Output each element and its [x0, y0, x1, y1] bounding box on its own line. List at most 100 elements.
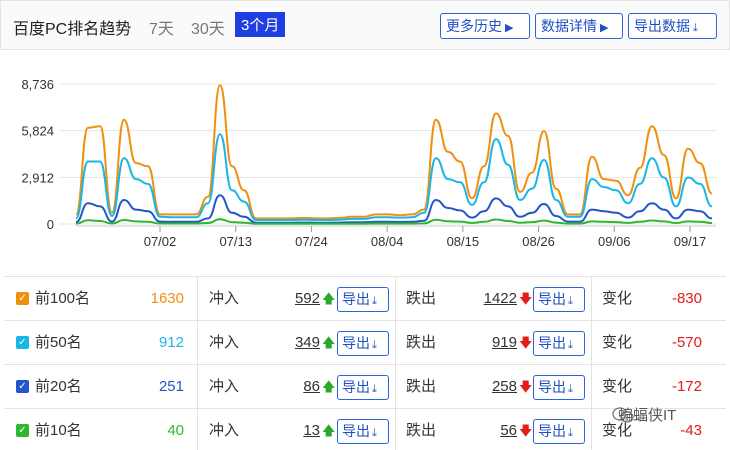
- export-data-button[interactable]: 导出数据 ⤓: [628, 13, 717, 39]
- rush-in-count-link[interactable]: 86: [264, 365, 320, 409]
- x-tick-label: 07/13: [219, 234, 252, 249]
- change-label: 变化: [602, 378, 633, 395]
- export-rush-in-button[interactable]: 导出 ⤓: [337, 331, 389, 356]
- rush-in-label: 冲入: [209, 422, 240, 439]
- export-label: 导出: [342, 291, 370, 307]
- rank-range-label: 前100名: [35, 290, 91, 307]
- rank-count-value: 912: [158, 334, 184, 351]
- arrow-up-icon: 🡅: [322, 379, 336, 394]
- series-line-1: [75, 84, 713, 220]
- x-tick-label: 08/04: [371, 234, 404, 249]
- download-icon: ⤓: [568, 339, 573, 351]
- rush-in-label: 冲入: [209, 334, 240, 351]
- download-icon: ⤓: [568, 427, 573, 439]
- download-icon: ⤓: [568, 295, 573, 307]
- export-drop-out-button[interactable]: 导出 ⤓: [533, 419, 585, 444]
- series-checkbox[interactable]: ✓: [16, 336, 29, 349]
- drop-out-label: 跌出: [406, 290, 437, 307]
- column-divider: [395, 277, 396, 321]
- table-row: ✓ 前20名 251 冲入 86 🡅 导出 ⤓ 跌出 258 🡇 导出 ⤓ 变化 -172: [4, 365, 726, 409]
- rush-in-count-link[interactable]: 13: [264, 409, 320, 450]
- export-label: 导出: [342, 335, 370, 351]
- x-tick-label: 07/02: [144, 234, 177, 249]
- drop-out-label: 跌出: [406, 422, 437, 439]
- export-rush-in-button[interactable]: 导出 ⤓: [337, 287, 389, 312]
- column-divider: [395, 321, 396, 365]
- rank-range-label: 前10名: [35, 422, 82, 439]
- rush-in-count-link[interactable]: 349: [264, 321, 320, 365]
- series-checkbox[interactable]: ✓: [16, 424, 29, 437]
- period-30d-tab[interactable]: 30天: [191, 15, 225, 39]
- export-label: 导出: [342, 423, 370, 439]
- export-rush-in-button[interactable]: 导出 ⤓: [337, 375, 389, 400]
- download-icon: ⤓: [568, 383, 573, 395]
- caret-right-icon: ▶: [600, 22, 609, 34]
- x-tick-label: 08/26: [522, 234, 555, 249]
- watermark-text: 蝙蝠侠IT: [618, 407, 677, 424]
- arrow-down-icon: 🡇: [519, 423, 533, 438]
- rank-count-value: 40: [167, 422, 184, 439]
- download-icon: ⤓: [372, 295, 377, 307]
- download-icon: ⤓: [693, 22, 698, 34]
- rank-count-value: 251: [158, 378, 184, 395]
- drop-out-count-link[interactable]: 919: [462, 321, 517, 365]
- rank-count-value: 1630: [150, 290, 184, 307]
- export-label: 导出: [342, 379, 370, 395]
- series-checkbox[interactable]: ✓: [16, 292, 29, 305]
- arrow-down-icon: 🡇: [519, 291, 533, 306]
- drop-out-count-link[interactable]: 258: [462, 365, 517, 409]
- arrow-up-icon: 🡅: [322, 291, 336, 306]
- arrow-up-icon: 🡅: [322, 335, 336, 350]
- export-label: 导出: [538, 335, 566, 351]
- chart-header: 百度PC排名趋势 7天 30天 3个月 更多历史 ▶ 数据详情 ▶ 导出数据 ⤓: [0, 0, 730, 50]
- export-rush-in-button[interactable]: 导出 ⤓: [337, 419, 389, 444]
- table-row: ✓ 前50名 912 冲入 349 🡅 导出 ⤓ 跌出 919 🡇 导出 ⤓ 变化 -570: [4, 321, 726, 365]
- ranking-trend-chart: 8,736 5,824 2,912 0 07/02 07/13 07/24 08/04 08/1…: [21, 77, 716, 249]
- change-value: -570: [671, 334, 702, 351]
- drop-out-count-link[interactable]: 1422: [462, 277, 517, 321]
- column-divider: [591, 277, 592, 321]
- export-drop-out-button[interactable]: 导出 ⤓: [533, 287, 585, 312]
- column-divider: [197, 321, 198, 365]
- data-details-button[interactable]: 数据详情 ▶: [535, 13, 623, 39]
- download-icon: ⤓: [372, 427, 377, 439]
- page-title: 百度PC排名趋势: [13, 21, 132, 38]
- export-drop-out-button[interactable]: 导出 ⤓: [533, 331, 585, 356]
- download-icon: ⤓: [372, 339, 377, 351]
- series-checkbox[interactable]: ✓: [16, 380, 29, 393]
- column-divider: [395, 365, 396, 409]
- rush-in-label: 冲入: [209, 378, 240, 395]
- export-label: 导出: [538, 291, 566, 307]
- rush-in-count-link[interactable]: 592: [264, 277, 320, 321]
- drop-out-count-link[interactable]: 56: [462, 409, 517, 450]
- arrow-down-icon: 🡇: [519, 335, 533, 350]
- column-divider: [591, 409, 592, 450]
- period-7d-tab[interactable]: 7天: [149, 15, 174, 39]
- change-value: -830: [671, 290, 702, 307]
- x-tick-label: 08/15: [447, 234, 480, 249]
- change-label: 变化: [602, 334, 633, 351]
- export-drop-out-button[interactable]: 导出 ⤓: [533, 375, 585, 400]
- period-3m-tab[interactable]: 3个月: [235, 12, 286, 37]
- column-divider: [591, 365, 592, 409]
- y-tick-label: 8,736: [21, 77, 54, 92]
- export-label: 导出: [538, 423, 566, 439]
- drop-out-label: 跌出: [406, 378, 437, 395]
- column-divider: [197, 409, 198, 450]
- rush-in-label: 冲入: [209, 290, 240, 307]
- arrow-up-icon: 🡅: [322, 423, 336, 438]
- table-row: ✓ 前100名 1630 冲入 592 🡅 导出 ⤓ 跌出 1422 🡇 导出 ⤓ 变化 -830: [4, 277, 726, 321]
- x-tick-label: 07/24: [295, 234, 328, 249]
- caret-right-icon: ▶: [505, 22, 514, 34]
- more-history-button[interactable]: 更多历史 ▶: [440, 13, 530, 39]
- y-tick-label: 0: [47, 217, 54, 232]
- rank-range-label: 前50名: [35, 334, 82, 351]
- rank-range-label: 前20名: [35, 378, 82, 395]
- export-data-label: 导出数据: [634, 18, 690, 34]
- x-tick-label: 09/17: [674, 234, 707, 249]
- data-details-label: 数据详情: [541, 18, 597, 34]
- more-history-label: 更多历史: [446, 18, 502, 34]
- change-label: 变化: [602, 290, 633, 307]
- download-icon: ⤓: [372, 383, 377, 395]
- change-value: -172: [671, 378, 702, 395]
